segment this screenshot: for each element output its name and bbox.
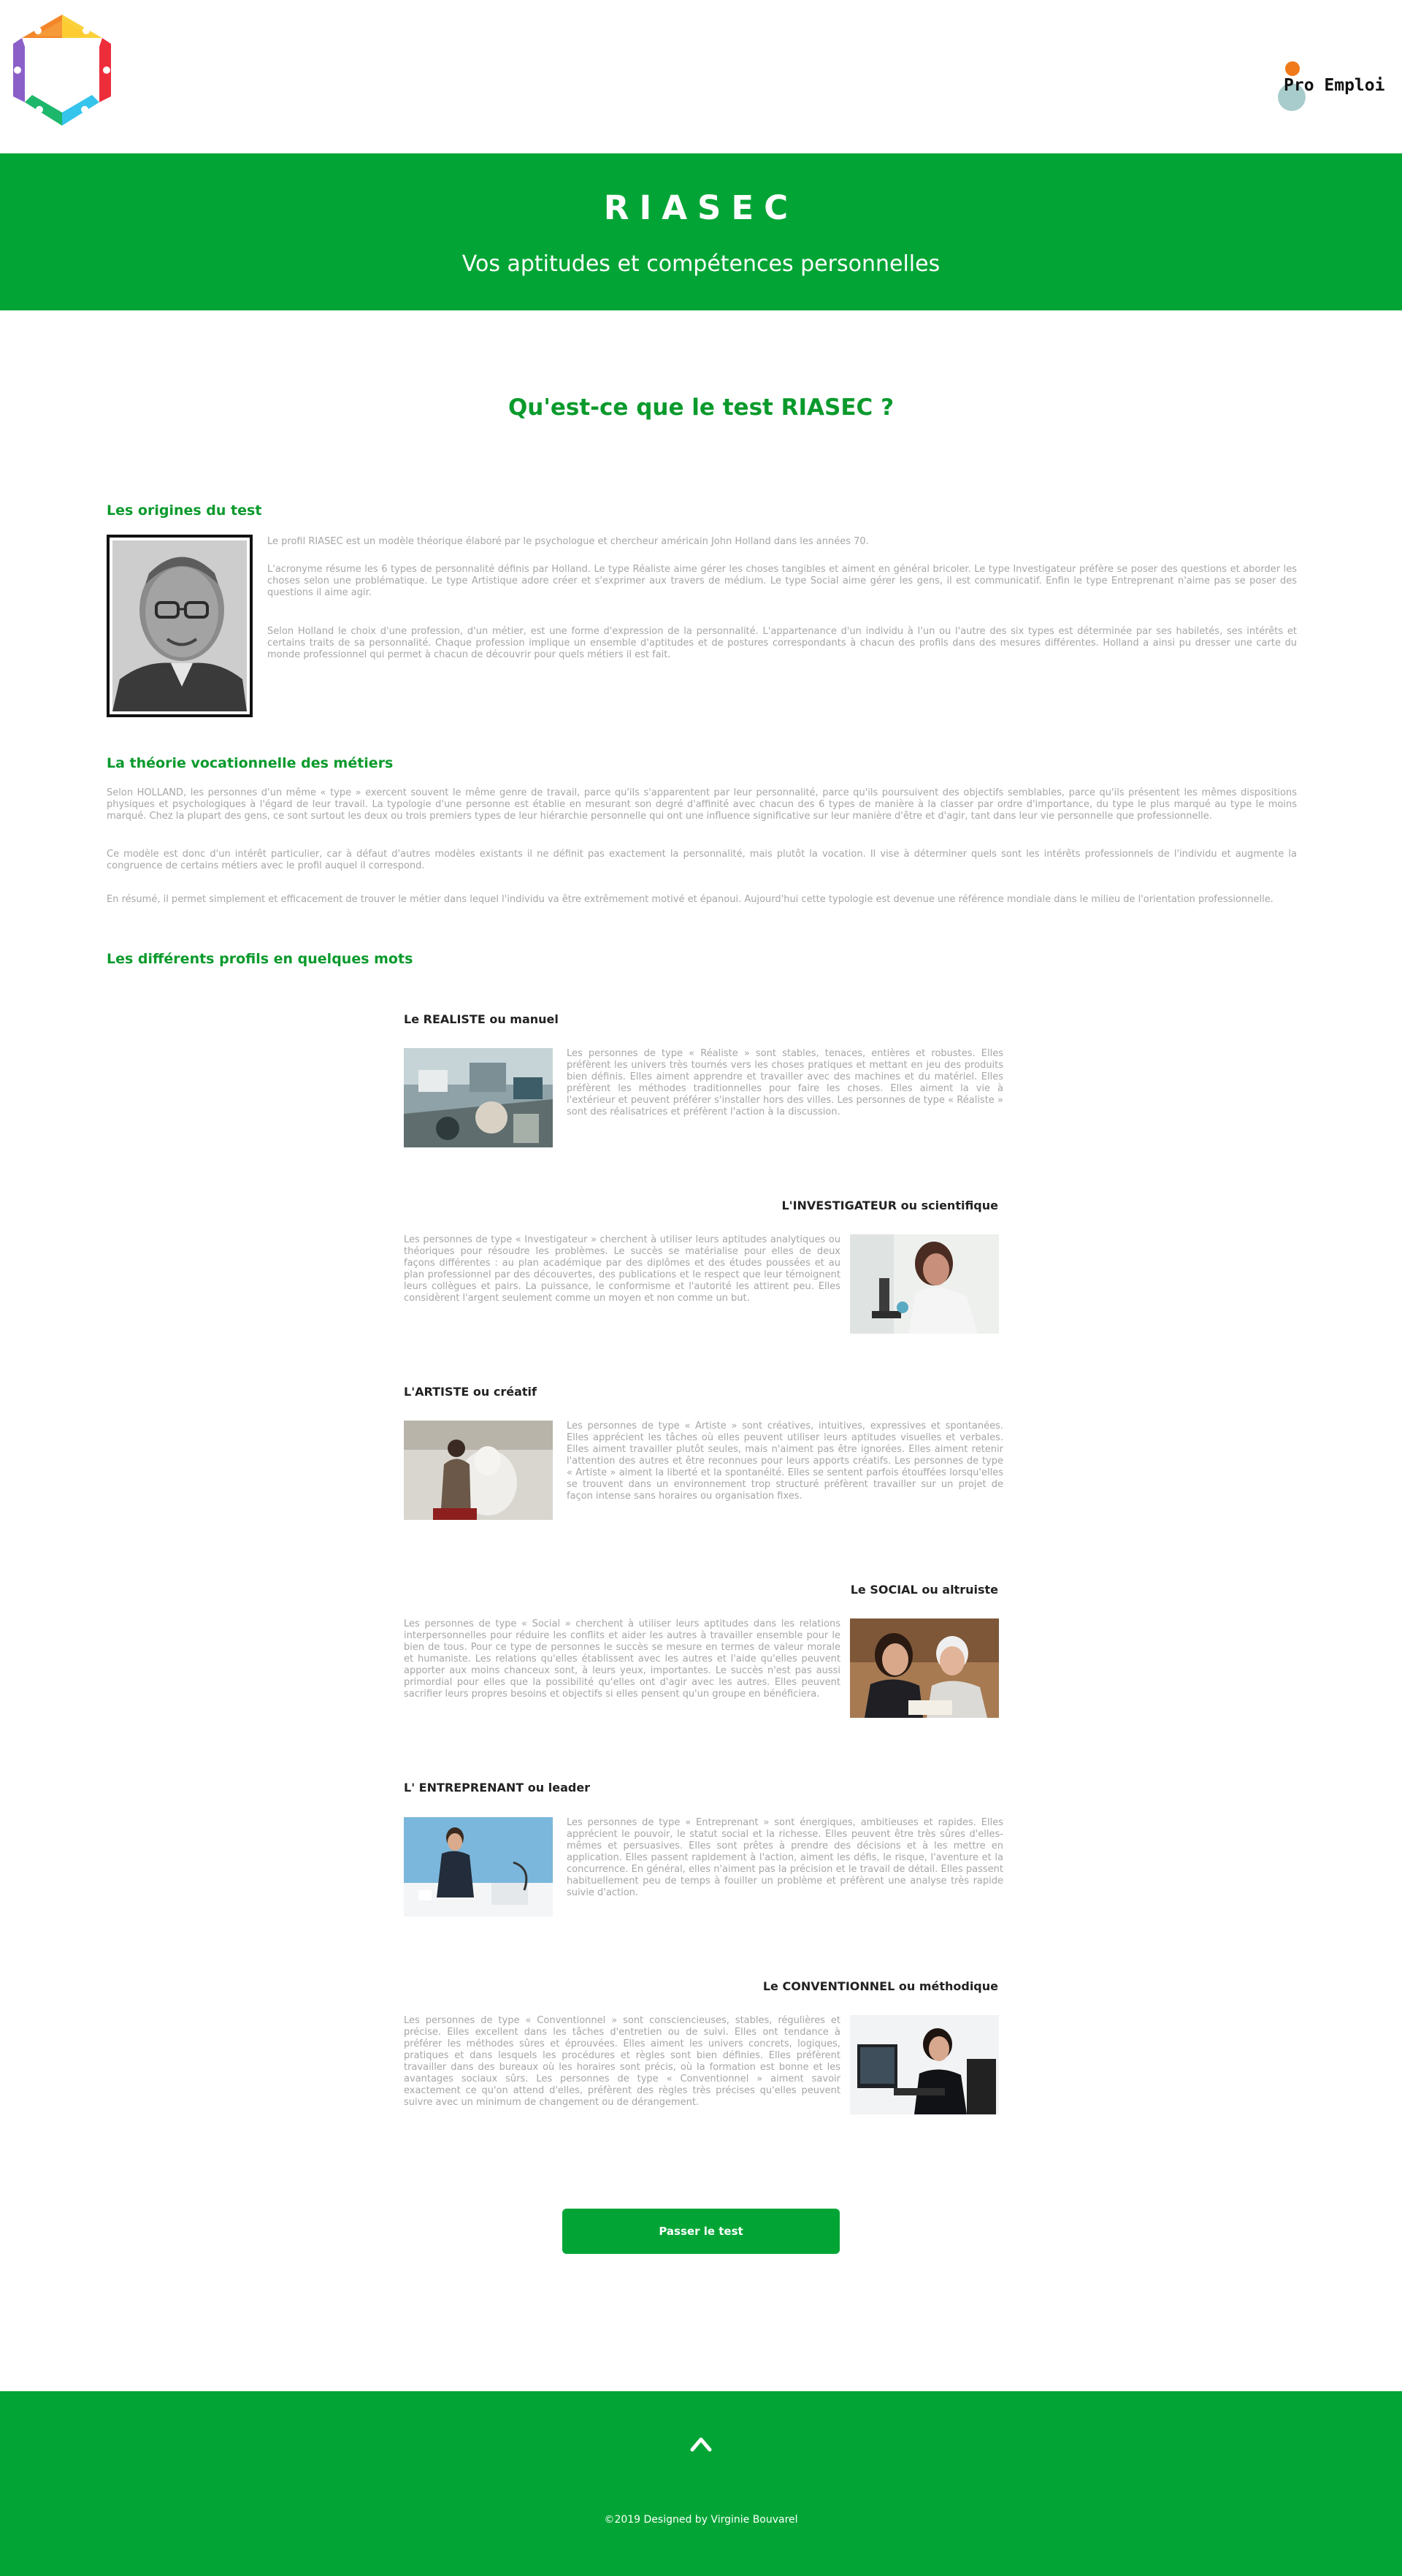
theory-title: La théorie vocationnelle des métiers xyxy=(107,755,394,771)
page-title: Qu'est-ce que le test RIASEC ? xyxy=(507,394,895,421)
origins-paragraph-1: Le profil RIASEC est un modèle théorique… xyxy=(267,536,869,547)
social-photo xyxy=(850,1618,999,1718)
portrait-photo xyxy=(112,540,247,711)
profile-title: Le REALISTE ou manuel xyxy=(404,1012,559,1026)
footer: ©2019 Designed by Virginie Bouvarel xyxy=(0,2391,1402,2576)
profile-text: Les personnes de type « Entreprenant » s… xyxy=(567,1817,1003,1898)
brand-dot-orange xyxy=(1285,61,1300,76)
profile-title: L'INVESTIGATEUR ou scientifique xyxy=(781,1199,998,1212)
brand[interactable]: Pro Emploi xyxy=(1275,57,1399,115)
origins-paragraph-2: L'acronyme résume les 6 types de personn… xyxy=(267,564,1297,598)
origins-title: Les origines du test xyxy=(107,502,262,519)
profile-title: L' ENTREPRENANT ou leader xyxy=(404,1781,591,1795)
profiles-title: Les différents profils en quelques mots xyxy=(107,951,413,967)
artiste-photo xyxy=(404,1421,553,1520)
copyright: ©2019 Designed by Virginie Bouvarel xyxy=(604,2514,798,2526)
chevron-up-icon[interactable] xyxy=(689,2435,713,2453)
realiste-photo xyxy=(404,1048,553,1147)
profile-text: Les personnes de type « Social » cherche… xyxy=(404,1618,840,1700)
theory-paragraph-2: Ce modèle est donc d'un intérêt particul… xyxy=(107,849,1297,871)
take-test-button[interactable]: Passer le test xyxy=(562,2209,840,2254)
riasec-hexagon-logo-icon[interactable] xyxy=(10,12,114,129)
profile-text: Les personnes de type « Artiste » sont c… xyxy=(567,1421,1003,1502)
profile-title: Le SOCIAL ou altruiste xyxy=(850,1583,998,1597)
hero-banner: RIASEC Vos aptitudes et compétences pers… xyxy=(0,153,1402,310)
profile-text: Les personnes de type « Réaliste » sont … xyxy=(567,1048,1003,1117)
conventionnel-photo xyxy=(850,2015,999,2114)
top-header: Pro Emploi xyxy=(0,0,1402,153)
investigateur-photo xyxy=(850,1234,999,1334)
origins-paragraph-3: Selon Holland le choix d'une profession,… xyxy=(267,626,1297,660)
profile-title: L'ARTISTE ou créatif xyxy=(404,1385,537,1399)
profile-text: Les personnes de type « Investigateur » … xyxy=(404,1234,840,1304)
brand-name[interactable]: Pro Emploi xyxy=(1284,76,1384,95)
entreprenant-photo xyxy=(404,1817,553,1916)
theory-paragraph-3: En résumé, il permet simplement et effic… xyxy=(107,894,1273,905)
profile-title: Le CONVENTIONNEL ou méthodique xyxy=(762,1979,998,1993)
hero-title: RIASEC xyxy=(603,188,799,227)
theory-paragraph-1: Selon HOLLAND, les personnes d'un même «… xyxy=(107,787,1297,822)
profile-text: Les personnes de type « Conventionnel » … xyxy=(404,2015,840,2108)
hero-subtitle: Vos aptitudes et compétences personnelle… xyxy=(461,251,941,277)
john-holland-portrait xyxy=(107,535,253,717)
